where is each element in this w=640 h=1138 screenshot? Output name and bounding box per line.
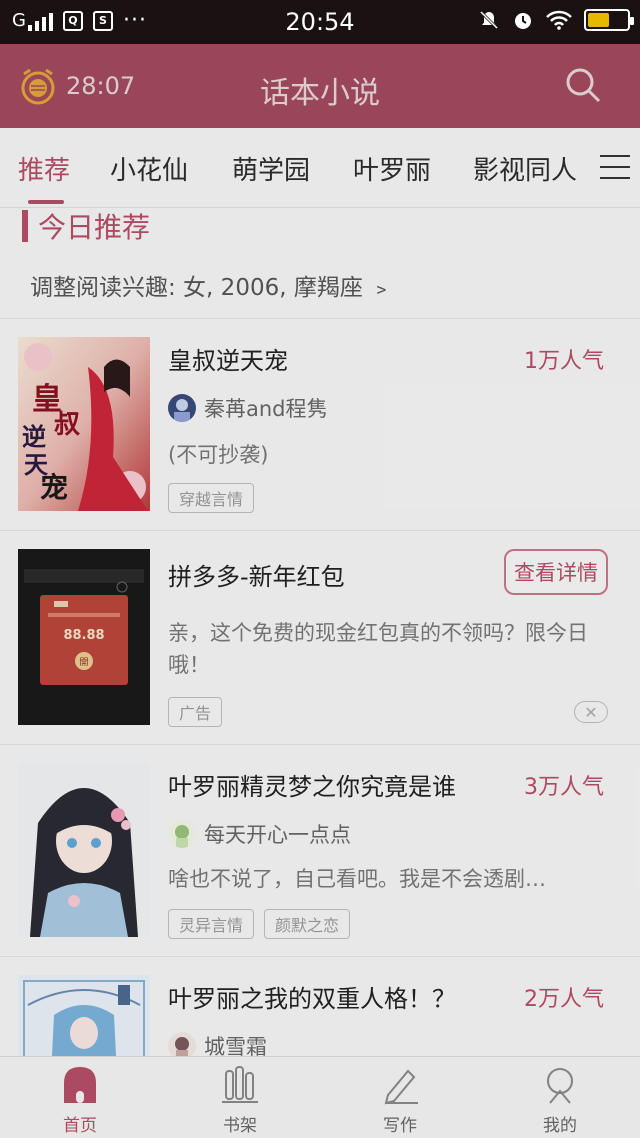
section-header: 今日推荐 xyxy=(22,206,150,246)
tab-yeluoli[interactable]: 叶罗丽 xyxy=(353,150,431,187)
author-avatar xyxy=(168,1032,196,1056)
svg-text:叔: 叔 xyxy=(54,410,81,440)
author-name: 每天开心一点点 xyxy=(204,823,351,847)
bookshelf-icon xyxy=(222,1066,258,1103)
tab-mengxueyuan[interactable]: 萌学园 xyxy=(232,150,310,187)
section-accent-bar xyxy=(22,210,28,242)
nav-write-label: 写作 xyxy=(383,1116,417,1136)
book-cover: 皇 叔 逆 天 宠 xyxy=(18,337,150,511)
tag-list: 广告 xyxy=(168,697,223,727)
mute-bell-icon xyxy=(479,10,499,30)
wifi-icon xyxy=(546,10,572,30)
book-cover xyxy=(18,763,150,937)
popularity: 1万人气 xyxy=(524,349,604,374)
profile-icon xyxy=(547,1068,573,1104)
section-title: 今日推荐 xyxy=(38,211,151,244)
ad-open: 開 xyxy=(79,657,88,668)
nav-home-label: 首页 xyxy=(63,1116,97,1136)
app-title: 话本小说 xyxy=(260,76,380,111)
bottom-navigation: 首页 书架 写作 我的 xyxy=(0,1056,640,1138)
battery-icon xyxy=(584,9,634,31)
tag-list: 穿越言情 xyxy=(168,483,255,513)
tab-film-fanfic[interactable]: 影视同人 xyxy=(473,150,577,187)
svg-text:逆: 逆 xyxy=(22,422,46,451)
active-tab-indicator xyxy=(28,200,64,204)
ad-image: 88.88 開 xyxy=(18,549,150,725)
ad-description: 亲，这个免费的现金红包真的不领吗？限今日哦！ xyxy=(168,621,588,677)
nav-mine[interactable]: 我的 xyxy=(515,1065,605,1136)
popularity: 2万人气 xyxy=(524,987,604,1012)
nav-mine-label: 我的 xyxy=(543,1116,577,1136)
search-icon[interactable] xyxy=(564,66,602,104)
book-cover xyxy=(18,975,150,1056)
close-ad-icon[interactable]: ✕ xyxy=(574,701,608,723)
tag[interactable]: 灵异言情 xyxy=(168,909,255,939)
nav-bookshelf[interactable]: 书架 xyxy=(195,1065,285,1136)
author[interactable]: 城雪霜 xyxy=(168,1031,267,1056)
svg-text:宠: 宠 xyxy=(40,471,68,504)
alarm-icon xyxy=(515,13,531,29)
tab-xiaohuaxian[interactable]: 小花仙 xyxy=(110,150,188,187)
author-name: 秦苒and程隽 xyxy=(204,397,328,421)
book-title: 皇叔逆天宠 xyxy=(168,347,288,375)
ad-tag: 广告 xyxy=(168,697,223,727)
book-title: 叶罗丽之我的双重人格！？ xyxy=(168,985,456,1013)
tab-recommend[interactable]: 推荐 xyxy=(18,150,70,187)
author-name: 城雪霜 xyxy=(204,1035,267,1056)
tag[interactable]: 穿越言情 xyxy=(168,483,255,513)
ad-item[interactable]: 88.88 開 拼多多-新年红包 查看详情 亲，这个免费的现金红包真的不领吗？限… xyxy=(0,530,640,744)
nav-home[interactable]: 首页 xyxy=(35,1065,125,1136)
ad-amount: 88.88 xyxy=(63,628,104,643)
author-avatar xyxy=(168,394,196,422)
popularity: 3万人气 xyxy=(524,775,604,800)
app-header: 28:07 话本小说 xyxy=(0,44,640,128)
category-tabs: 推荐 小花仙 萌学园 叶罗丽 影视同人 xyxy=(0,128,640,208)
status-bar: G Q S ··· 20:54 xyxy=(0,0,640,44)
author[interactable]: 秦苒and程隽 xyxy=(168,393,328,423)
adjust-interest-link[interactable]: 调整阅读兴趣: 女, 2006, 摩羯座 ﹥ xyxy=(30,268,393,302)
pen-icon xyxy=(384,1069,418,1105)
book-title: 叶罗丽精灵梦之你究竟是谁 xyxy=(168,773,456,801)
author-avatar xyxy=(168,820,196,848)
menu-icon[interactable] xyxy=(600,155,630,188)
view-details-button[interactable]: 查看详情 xyxy=(504,549,608,595)
author[interactable]: 每天开心一点点 xyxy=(168,819,351,849)
home-icon xyxy=(64,1067,96,1103)
book-description: (不可抄袭) xyxy=(168,443,269,467)
nav-write[interactable]: 写作 xyxy=(355,1065,445,1136)
tag-list: 灵异言情 颜默之恋 xyxy=(168,909,351,939)
ad-title: 拼多多-新年红包 xyxy=(168,563,345,591)
nav-bookshelf-label: 书架 xyxy=(223,1116,257,1136)
book-description: 啥也不说了，自己看吧。我是不会透剧… xyxy=(168,867,546,891)
list-item[interactable]: 叶罗丽精灵梦之你究竟是谁 3万人气 每天开心一点点 啥也不说了，自己看吧。我是不… xyxy=(0,744,640,956)
tag[interactable]: 颜默之恋 xyxy=(264,909,351,939)
list-item[interactable]: 叶罗丽之我的双重人格！？ 2万人气 城雪霜 xyxy=(0,956,640,1056)
list-item[interactable]: 皇 叔 逆 天 宠 皇叔逆天宠 1万人气 秦苒and程隽 (不可抄袭) 穿越言情 xyxy=(0,318,640,530)
